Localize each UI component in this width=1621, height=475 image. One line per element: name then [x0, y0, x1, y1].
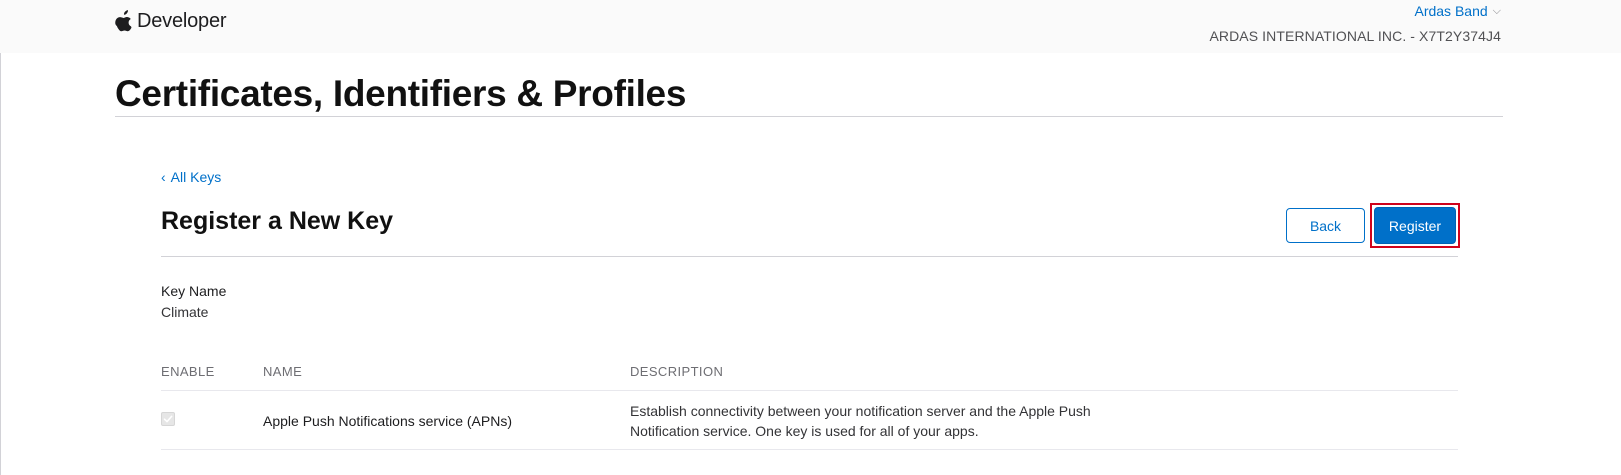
apns-enable-checkbox[interactable]	[161, 412, 175, 426]
team-name: ARDAS INTERNATIONAL INC. - X7T2Y374J4	[1209, 28, 1501, 44]
chevron-left-icon: ‹	[161, 169, 166, 185]
checkmark-icon	[163, 415, 173, 423]
brand-name: Developer	[137, 10, 227, 32]
all-keys-label: All Keys	[170, 169, 222, 185]
page-title: Certificates, Identifiers & Profiles	[115, 73, 687, 114]
key-name-value: Climate	[161, 304, 209, 320]
table-header-divider	[161, 390, 1458, 391]
section-divider	[161, 256, 1458, 257]
service-name: Apple Push Notifications service (APNs)	[263, 413, 512, 429]
apple-logo-icon	[115, 10, 132, 32]
account-dropdown[interactable]: Ardas Band ⌵	[1414, 2, 1501, 20]
section-title: Register a New Key	[161, 207, 394, 235]
service-description: Establish connectivity between your noti…	[630, 403, 1091, 439]
table-row-divider	[161, 449, 1458, 450]
chevron-down-icon: ⌵	[1492, 5, 1501, 17]
back-button[interactable]: Back	[1286, 208, 1365, 243]
global-header: Developer Ardas Band ⌵ ARDAS INTERNATION…	[0, 0, 1621, 53]
all-keys-back-link[interactable]: ‹ All Keys	[161, 168, 221, 186]
column-header-description: DESCRIPTION	[630, 364, 724, 379]
register-button[interactable]: Register	[1374, 207, 1456, 244]
account-menu: Ardas Band ⌵ ARDAS INTERNATIONAL INC. - …	[1209, 2, 1501, 45]
window-left-border	[0, 0, 1, 475]
column-header-name: NAME	[263, 364, 303, 379]
column-header-enable: ENABLE	[161, 364, 215, 379]
key-name-label: Key Name	[161, 283, 227, 299]
title-divider	[115, 116, 1503, 117]
developer-home-link[interactable]: Developer	[115, 9, 227, 33]
account-name: Ardas Band	[1414, 3, 1488, 19]
